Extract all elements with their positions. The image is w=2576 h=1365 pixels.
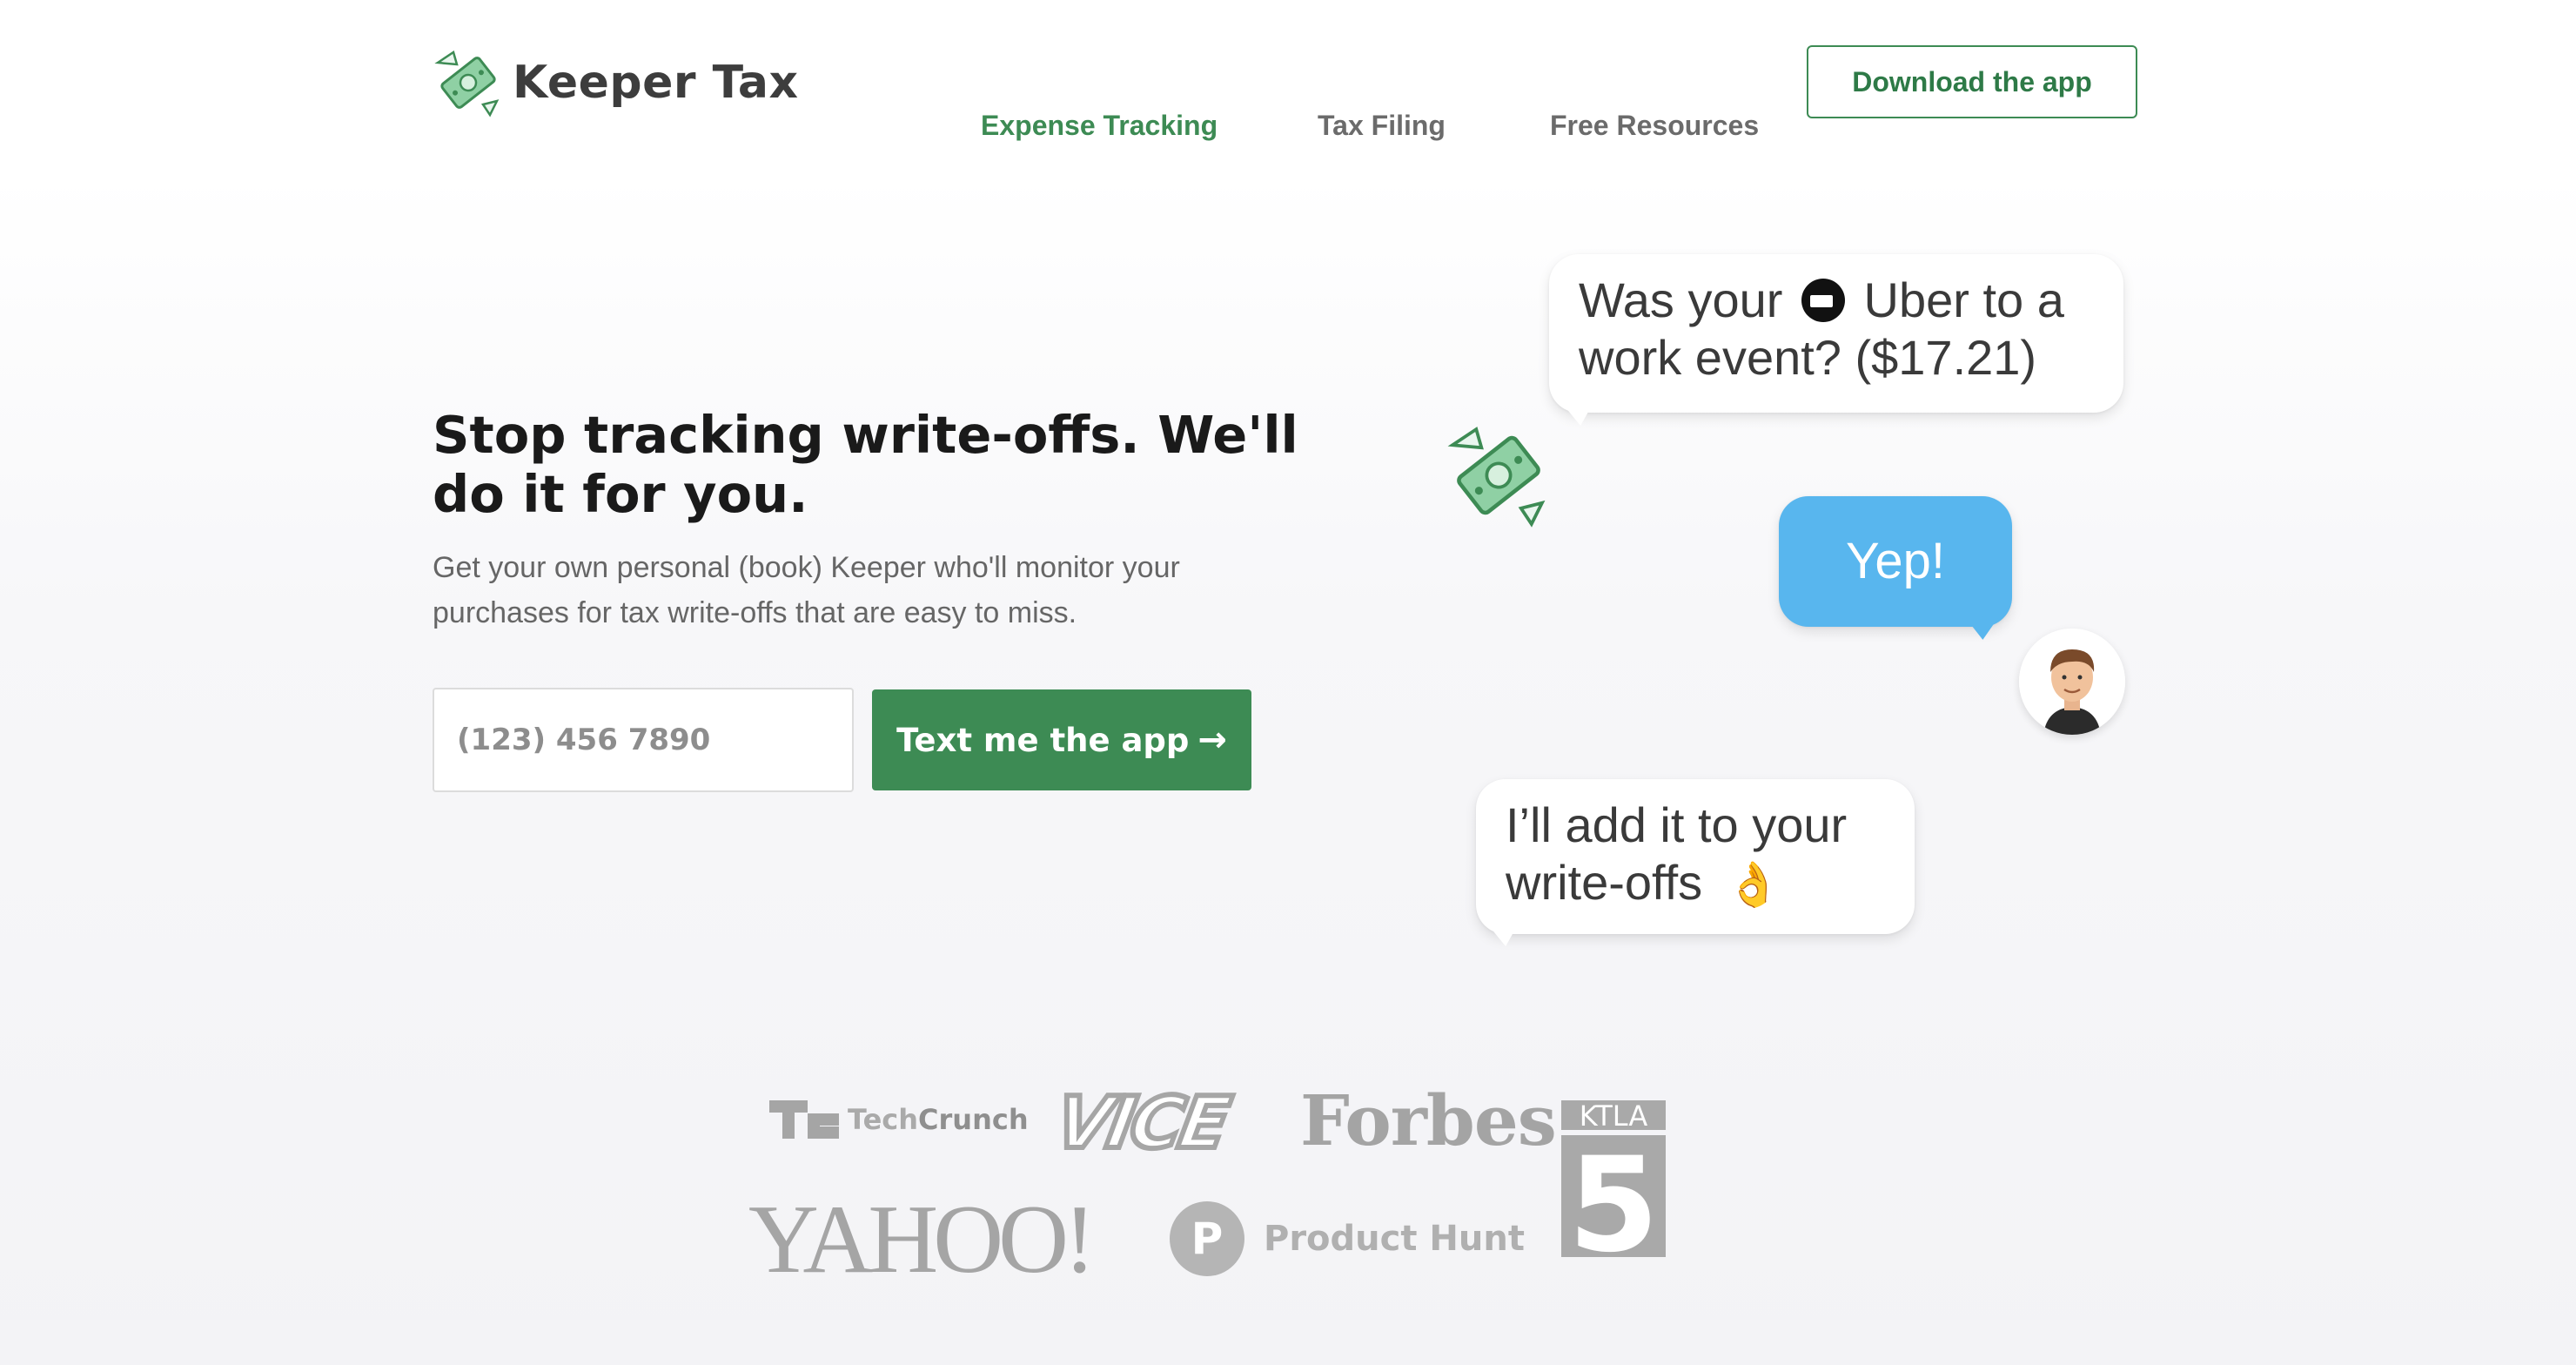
brand-name: Keeper Tax [513, 57, 799, 109]
text-me-the-app-button[interactable]: Text me the app → [872, 689, 1251, 790]
vice-logo: VICE [1047, 1079, 1236, 1167]
hero-headline: Stop tracking write-offs. We'll do it fo… [433, 405, 1298, 524]
flying-money-icon [1447, 427, 1546, 528]
product-hunt-logo: P Product Hunt [1170, 1201, 1525, 1276]
nav-expense-tracking[interactable]: Expense Tracking [981, 110, 1218, 142]
techcrunch-logo: TechCrunch [769, 1099, 1029, 1140]
user-avatar [2019, 629, 2125, 735]
download-app-button[interactable]: Download the app [1807, 45, 2137, 118]
ktla-number: 5 [1568, 1130, 1659, 1257]
flying-money-icon [434, 50, 500, 118]
text-me-button-label: Text me the app [896, 721, 1190, 759]
chat-bubble-tail [1481, 920, 1518, 948]
uber-icon [1801, 279, 1845, 322]
chat-bubble-tail [1556, 400, 1593, 427]
ktla-5-logo: KTLA 5 [1561, 1100, 1666, 1257]
chat-question-prefix: Was your [1579, 272, 1783, 327]
forbes-logo: Forbes [1300, 1079, 1557, 1161]
nav-free-resources[interactable]: Free Resources [1550, 110, 1759, 142]
phone-number-input[interactable] [433, 688, 854, 792]
chat-bubble-confirmation: I’ll add it to your write-offs 👌 [1476, 779, 1915, 934]
techcrunch-prefix: Tech [848, 1103, 919, 1136]
chat-bubble-reply: Yep! [1779, 496, 2012, 627]
brand-logo[interactable]: Keeper Tax [433, 44, 799, 122]
techcrunch-wordmark: TechCrunch [848, 1103, 1029, 1136]
chat-bubble-question: Was your Uber to a work event? ($17.21) [1549, 254, 2123, 413]
chat-confirmation-text: I’ll add it to your write-offs [1506, 797, 1848, 910]
ok-hand-icon: 👌 [1726, 860, 1781, 909]
yahoo-logo: YAHOO! [748, 1186, 1096, 1294]
techcrunch-suffix: Crunch [918, 1103, 1029, 1136]
product-hunt-icon: P [1170, 1201, 1244, 1276]
ktla-wordmark: KTLA [1580, 1100, 1648, 1133]
arrow-right-icon: → [1197, 720, 1227, 760]
hero-subtext: Get your own personal (book) Keeper who'… [433, 551, 1180, 629]
product-hunt-wordmark: Product Hunt [1264, 1219, 1525, 1259]
avatar-face-icon [2019, 629, 2125, 735]
techcrunch-mark-icon [769, 1100, 839, 1139]
nav-tax-filing[interactable]: Tax Filing [1318, 110, 1446, 142]
chat-bubble-tail [1967, 613, 2005, 642]
